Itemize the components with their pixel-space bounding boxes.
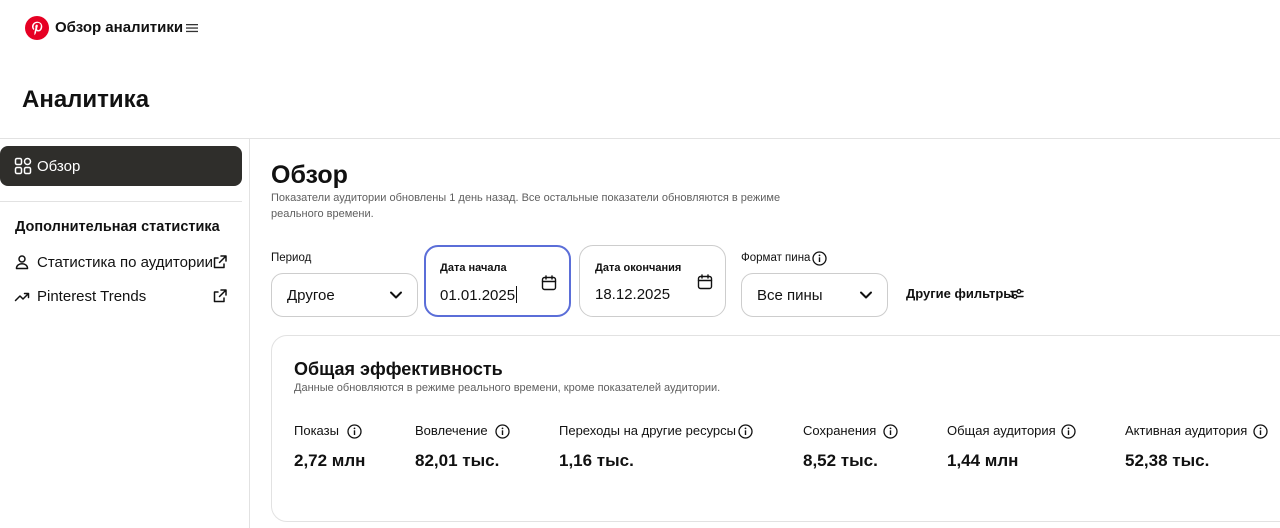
card-subtitle: Данные обновляются в режиме реального вр… — [294, 382, 721, 394]
more-filters-button[interactable]: Другие фильтры — [906, 286, 1014, 301]
start-date-field[interactable]: Дата начала 01.01.2025 — [424, 245, 571, 317]
info-icon[interactable] — [812, 251, 827, 266]
chevron-down-icon — [860, 291, 872, 299]
sidebar-divider — [249, 138, 250, 528]
info-icon[interactable] — [883, 424, 898, 439]
sidebar-item-pinterest-trends[interactable]: Pinterest Trends — [0, 284, 242, 310]
info-icon[interactable] — [738, 424, 753, 439]
chevron-down-icon — [390, 291, 402, 299]
metric-label-engagement: Вовлечение — [415, 423, 488, 438]
metric-value-engaged-audience: 52,38 тыс. — [1125, 451, 1210, 470]
person-icon — [15, 255, 29, 270]
metric-label-impressions: Показы — [294, 423, 339, 438]
hamburger-icon[interactable] — [186, 22, 198, 34]
section-subtitle: Показатели аудитории обновлены 1 день на… — [271, 192, 781, 220]
calendar-icon[interactable] — [541, 275, 557, 291]
app-title: Обзор аналитики — [55, 19, 184, 36]
sidebar-item-label: Обзор — [37, 158, 81, 175]
end-date-value: 18.12.2025 — [595, 286, 671, 303]
metric-label-total-audience: Общая аудитория — [947, 423, 1056, 438]
metric-label-saves: Сохранения — [803, 423, 877, 438]
pin-format-label: Формат пина — [741, 252, 811, 264]
metric-label-outbound-clicks: Переходы на другие ресурсы — [559, 423, 737, 438]
end-date-label: Дата окончания — [595, 262, 682, 274]
period-select[interactable]: Другое — [271, 273, 418, 317]
metric-value-impressions: 2,72 млн — [294, 451, 366, 470]
info-icon[interactable] — [1253, 424, 1268, 439]
sidebar-item-label: Pinterest Trends — [37, 288, 147, 305]
end-date-field[interactable]: Дата окончания 18.12.2025 — [579, 245, 726, 317]
period-label: Период — [271, 252, 312, 264]
sidebar-section-heading: Дополнительная статистика — [15, 219, 220, 235]
pinterest-logo-icon[interactable] — [25, 16, 49, 40]
card-title: Общая эффективность — [294, 359, 503, 379]
sidebar-item-audience-insights[interactable]: Статистика по аудитории — [0, 250, 242, 276]
metric-value-total-audience: 1,44 млн — [947, 451, 1019, 470]
external-link-icon — [213, 289, 227, 303]
start-date-value: 01.01.2025 — [440, 286, 518, 304]
header-divider — [0, 138, 1280, 139]
grid-icon — [14, 157, 32, 175]
external-link-icon — [213, 255, 227, 269]
pin-format-select[interactable]: Все пины — [741, 273, 888, 317]
sliders-icon[interactable] — [1010, 287, 1024, 301]
sidebar-item-overview[interactable]: Обзор — [0, 146, 242, 186]
metric-value-outbound-clicks: 1,16 тыс. — [559, 451, 634, 470]
sidebar-item-label: Статистика по аудитории — [37, 254, 214, 271]
metric-value-saves: 8,52 тыс. — [803, 451, 878, 470]
sidebar-separator — [0, 201, 242, 202]
pin-format-value: Все пины — [757, 287, 823, 304]
calendar-icon[interactable] — [697, 274, 713, 290]
trend-icon — [14, 292, 30, 302]
metric-value-engagement: 82,01 тыс. — [415, 451, 500, 470]
top-bar: Обзор аналитики — [0, 0, 1280, 56]
page-title: Аналитика — [22, 86, 150, 113]
info-icon[interactable] — [1061, 424, 1076, 439]
start-date-label: Дата начала — [440, 262, 507, 274]
metric-label-engaged-audience: Активная аудитория — [1125, 423, 1248, 438]
section-title: Обзор — [271, 161, 348, 189]
info-icon[interactable] — [347, 424, 362, 439]
info-icon[interactable] — [495, 424, 510, 439]
period-value: Другое — [287, 287, 335, 304]
